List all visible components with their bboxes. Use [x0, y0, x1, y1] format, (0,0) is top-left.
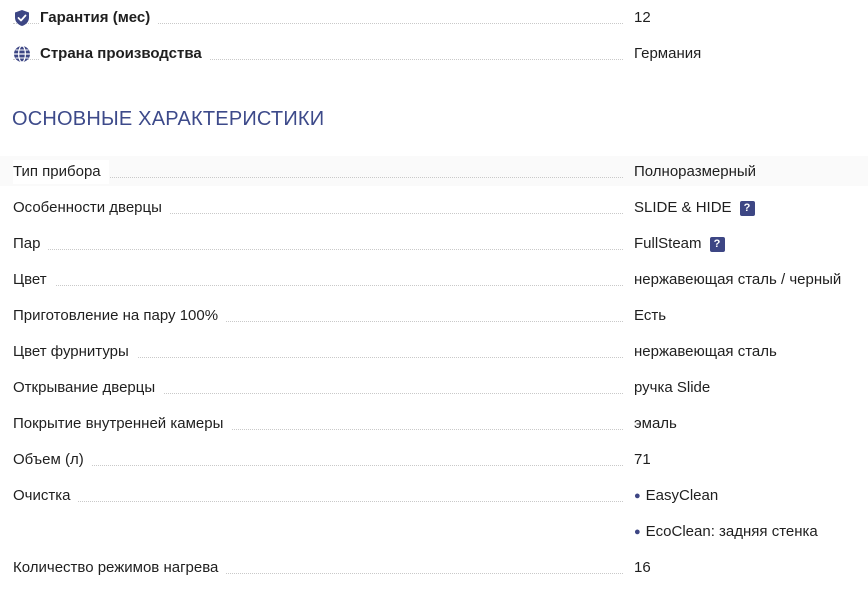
spec-row: Покрытие внутренней камеры эмаль: [13, 412, 868, 436]
spec-row: Особенности дверцы SLIDE & HIDE?: [13, 196, 868, 220]
bullet-icon: ●: [634, 490, 641, 502]
dotted-leader: [13, 501, 623, 502]
dotted-leader: [13, 465, 623, 466]
help-button[interactable]: ?: [709, 237, 725, 252]
spec-value: FullSteam: [634, 235, 702, 252]
spec-value: EcoClean: задняя стенка: [645, 523, 818, 540]
spec-row: Количество режимов нагрева 16: [13, 556, 868, 580]
spec-row: Приготовление на пару 100% Есть: [13, 304, 868, 328]
spec-row: Пар FullSteam?: [13, 232, 868, 256]
spec-label: Количество режимов нагрева: [13, 556, 227, 580]
spec-value: SLIDE & HIDE: [634, 199, 732, 216]
spec-value: ручка Slide: [634, 379, 711, 396]
spec-value: Есть: [634, 307, 667, 324]
bullet-icon: ●: [634, 526, 641, 538]
spec-value: Полноразмерный: [634, 163, 757, 180]
spec-label: Страна производства: [40, 42, 210, 66]
spec-row: Открывание дверцы ручка Slide: [13, 376, 868, 400]
spec-value-item: ● EcoClean: задняя стенка: [634, 520, 818, 544]
spec-label: Очистка: [13, 484, 79, 508]
spec-label: Особенности дверцы: [13, 196, 170, 220]
spec-row: Тип прибора Полноразмерный: [13, 160, 868, 184]
spec-row: Цвет фурнитуры нержавеющая сталь: [13, 340, 868, 364]
spec-value: EasyClean: [645, 487, 719, 504]
section-title: ОСНОВНЫЕ ХАРАКТЕРИСТИКИ: [12, 108, 325, 130]
spec-value-item: ● EasyClean: [634, 484, 718, 508]
spec-row-country: Страна производства Германия: [13, 42, 868, 66]
spec-value-wrap: FullSteam?: [634, 232, 725, 256]
spec-value-wrap: SLIDE & HIDE?: [634, 196, 755, 220]
spec-row-continuation: ● EcoClean: задняя стенка: [13, 520, 868, 544]
spec-value: 16: [634, 559, 651, 576]
spec-value: Германия: [634, 45, 702, 62]
spec-value: нержавеющая сталь: [634, 343, 777, 360]
spec-label: Покрытие внутренней камеры: [13, 412, 232, 436]
spec-row: Объем (л) 71: [13, 448, 868, 472]
spec-label: Приготовление на пару 100%: [13, 304, 227, 328]
spec-label: Объем (л): [13, 448, 92, 472]
spec-label: Цвет: [13, 268, 55, 292]
spec-row-warranty: Гарантия (мес) 12: [13, 6, 868, 30]
spec-value: 12: [634, 9, 651, 26]
dotted-leader: [13, 285, 623, 286]
specs-page: Гарантия (мес) 12 Страна производства Ге…: [0, 0, 868, 592]
spec-value: 71: [634, 451, 651, 468]
dotted-leader: [13, 249, 623, 250]
spec-label: Открывание дверцы: [13, 376, 164, 400]
spec-row: Цвет нержавеющая сталь / черный: [13, 268, 868, 292]
spec-value: нержавеющая сталь / черный: [634, 271, 842, 288]
spec-label: Тип прибора: [13, 160, 109, 184]
spec-value: эмаль: [634, 415, 677, 432]
help-button[interactable]: ?: [739, 201, 755, 216]
spec-label: Пар: [13, 232, 49, 256]
shield-check-icon: [15, 10, 29, 26]
spec-label: Гарантия (мес): [40, 6, 159, 30]
spec-row: Очистка ● EasyClean: [13, 484, 868, 508]
spec-label: Цвет фурнитуры: [13, 340, 137, 364]
globe-icon: [14, 45, 30, 63]
